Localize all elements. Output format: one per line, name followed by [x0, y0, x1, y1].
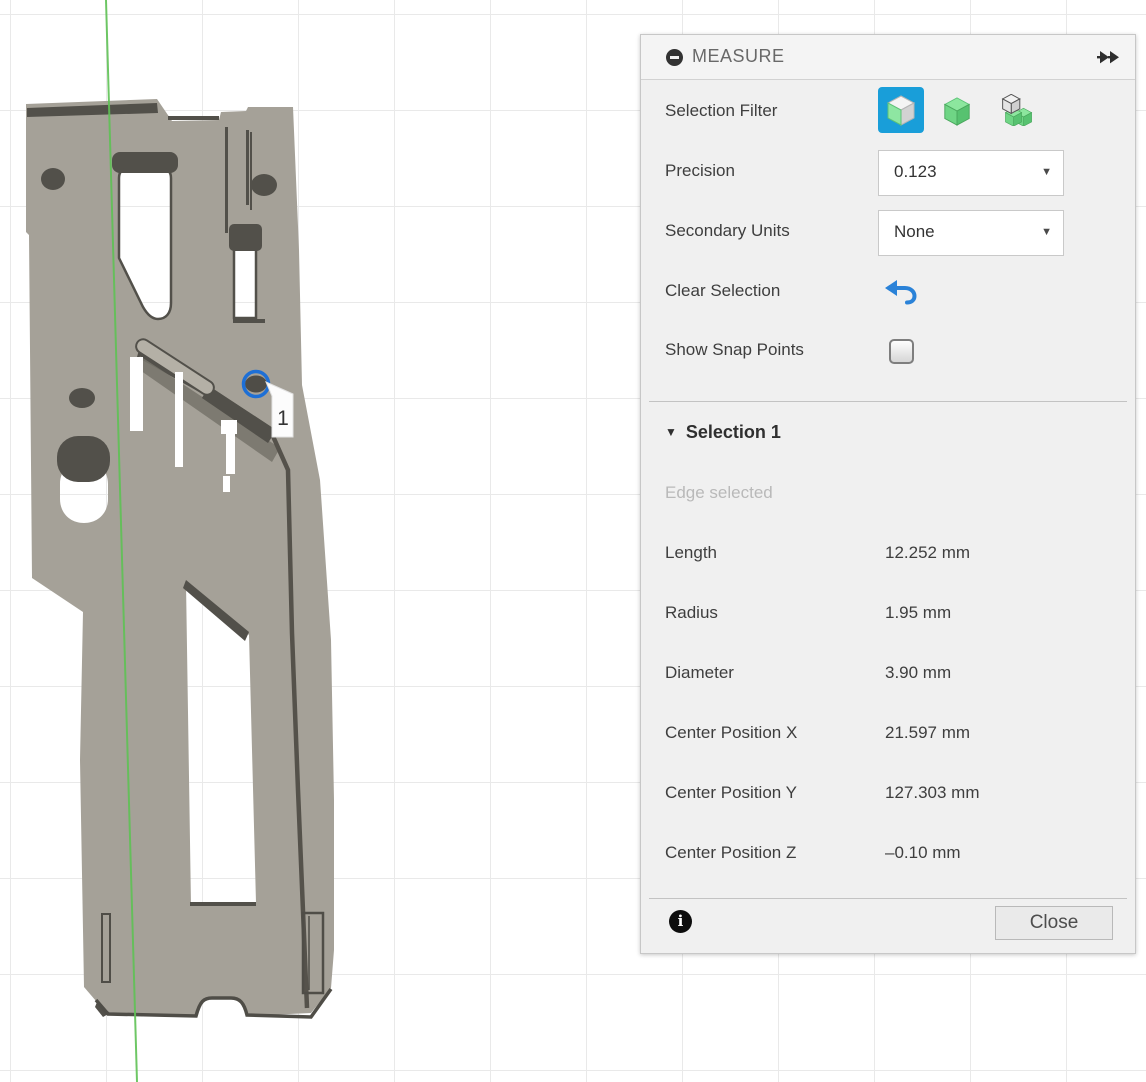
show-snap-points-checkbox[interactable] [889, 339, 914, 364]
cube-face-icon [884, 94, 918, 126]
measurement-label: Center Position Y [665, 783, 797, 803]
panel-title: MEASURE [692, 46, 785, 67]
measure-panel-header[interactable]: MEASURE [641, 35, 1135, 80]
precision-select[interactable]: 0.123 ▼ [878, 150, 1064, 196]
selection-flag-number: 1 [277, 407, 289, 430]
filter-component-button[interactable] [999, 94, 1033, 126]
part-body[interactable] [26, 99, 334, 1016]
chevron-down-icon: ▼ [1041, 166, 1052, 178]
chevron-down-icon: ▼ [1041, 226, 1052, 238]
selection-status-text: Edge selected [665, 483, 773, 503]
palette-handle-icon [666, 49, 683, 66]
measurement-label: Radius [665, 603, 718, 623]
secondary-units-value: None [894, 222, 935, 242]
3d-viewport[interactable]: 1 [0, 0, 640, 1082]
precision-value: 0.123 [894, 162, 937, 182]
clear-selection-label: Clear Selection [665, 281, 780, 301]
measurement-value: 1.95 mm [885, 603, 951, 623]
measure-panel: MEASURE Selection Filter [640, 34, 1136, 954]
fusion-measure-screen: { "viewport": { "selection_badge": "1", … [0, 0, 1146, 1082]
selection1-section-header[interactable]: ▼ Selection 1 [665, 422, 781, 443]
precision-label: Precision [665, 161, 735, 181]
cube-component-icon [999, 94, 1033, 126]
measurement-label: Center Position Z [665, 843, 796, 863]
filter-body-button[interactable] [941, 96, 973, 126]
filter-face-button[interactable] [878, 87, 924, 133]
measurement-label: Diameter [665, 663, 734, 683]
triangle-down-icon: ▼ [665, 425, 677, 439]
selected-hole[interactable] [245, 376, 267, 393]
info-icon[interactable]: i [669, 910, 692, 933]
measurement-value: 3.90 mm [885, 663, 951, 683]
measurement-value: 12.252 mm [885, 543, 970, 563]
divider [649, 401, 1127, 402]
collapse-double-arrow-icon[interactable] [1097, 50, 1121, 64]
measurement-label: Length [665, 543, 717, 563]
measurement-label: Center Position X [665, 723, 797, 743]
selection1-title: Selection 1 [686, 422, 781, 442]
measurement-value: –0.10 mm [885, 843, 961, 863]
divider [649, 898, 1127, 899]
show-snap-points-label: Show Snap Points [665, 340, 804, 360]
secondary-units-select[interactable]: None ▼ [878, 210, 1064, 256]
close-button[interactable]: Close [995, 906, 1113, 940]
measurement-value: 21.597 mm [885, 723, 970, 743]
selection-filter-label: Selection Filter [665, 101, 777, 121]
measurement-value: 127.303 mm [885, 783, 980, 803]
clear-selection-undo-button[interactable] [883, 275, 919, 305]
secondary-units-label: Secondary Units [665, 221, 790, 241]
cube-body-icon [941, 96, 973, 126]
